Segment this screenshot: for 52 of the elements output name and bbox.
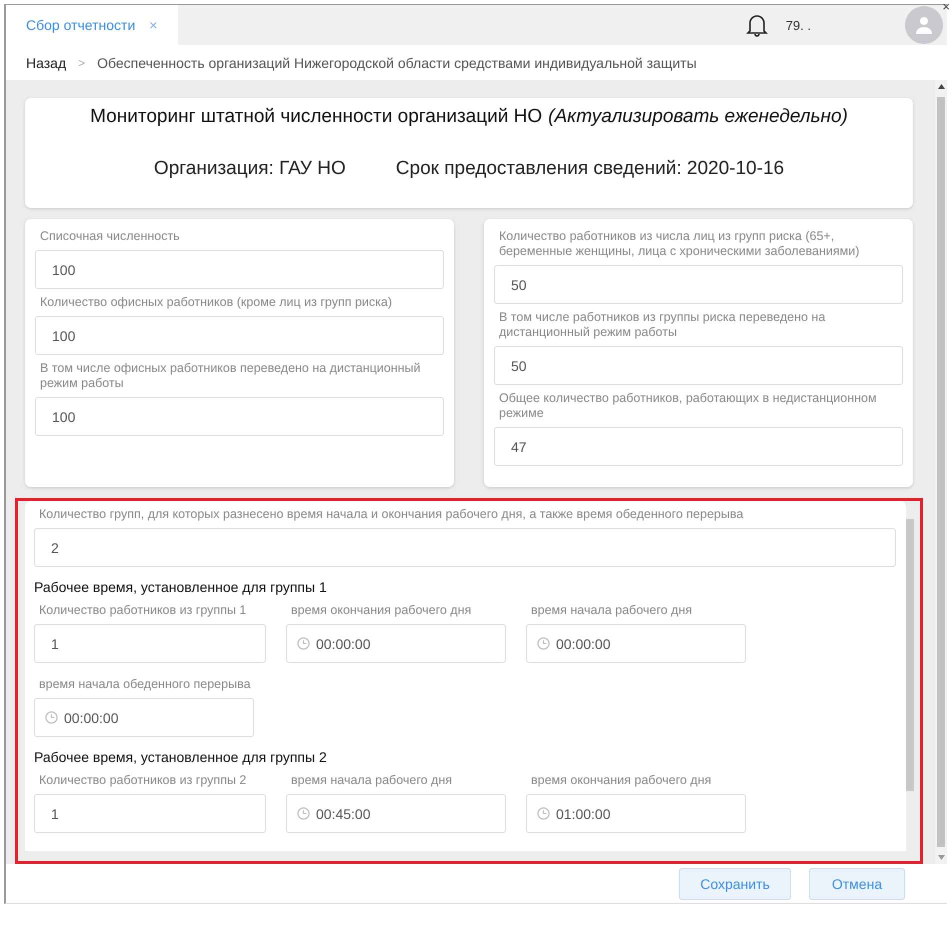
- user-name: 79. .: [786, 18, 811, 33]
- field-label: время начала рабочего дня: [290, 773, 454, 788]
- breadcrumb-separator: >: [78, 56, 86, 70]
- field-label: Количество групп, для которых разнесено время начала и окончания рабочего дня, а также время обеденного перерыва: [38, 507, 744, 522]
- time-field[interactable]: 00:00:00: [526, 624, 746, 664]
- clock-icon: [537, 807, 550, 820]
- close-button[interactable]: ×: [942, 0, 950, 14]
- field-label: время окончания рабочего дня: [290, 603, 472, 618]
- input-field[interactable]: 100: [35, 316, 444, 356]
- field-label: Количество работников из числа лиц из групп риска (65+, беременные женщины, лица с хроническими заболеваниями): [498, 229, 860, 260]
- title-note: (Актуализировать еженедельно): [548, 106, 848, 128]
- deadline-text: Срок предоставления сведений: 2020-10-16: [396, 158, 784, 180]
- avatar[interactable]: [905, 6, 943, 44]
- time-field[interactable]: 01:00:00: [526, 794, 746, 834]
- clock-icon: [537, 637, 550, 650]
- field-label: Количество офисных работников (кроме лиц из групп риска): [39, 295, 394, 310]
- group-title: Рабочее время, установленное для группы 1: [34, 579, 328, 596]
- group-title: Рабочее время, установленное для группы 2: [34, 749, 328, 766]
- bell-icon[interactable]: [746, 13, 768, 38]
- scrollbar[interactable]: [935, 80, 947, 864]
- field-label: время окончания рабочего дня: [530, 773, 712, 788]
- clock-icon: [45, 711, 58, 724]
- field-label: время начала обеденного перерыва: [38, 677, 252, 692]
- field-label: Количество работников из группы 2: [38, 773, 248, 788]
- breadcrumb-current: Обеспеченность организаций Нижегородской области средствами индивидуальной защиты: [97, 54, 697, 71]
- input-field[interactable]: 50: [494, 346, 903, 386]
- input-field[interactable]: 100: [35, 397, 444, 436]
- input-field[interactable]: 1: [34, 794, 266, 834]
- field-label: Количество работников из группы 1: [38, 603, 248, 618]
- form-title: Мониторинг штатной численности организаций НО: [90, 106, 542, 128]
- field-label: В том числе офисных работников переведено на дистанционный режим работы: [39, 361, 422, 392]
- time-field[interactable]: 00:00:00: [34, 698, 254, 738]
- time-field[interactable]: 00:00:00: [286, 624, 506, 664]
- time-field[interactable]: 00:45:00: [286, 794, 506, 834]
- person-icon: [915, 16, 933, 34]
- field-label: Общее количество работников, работающих в недистанционном режиме: [498, 391, 878, 422]
- clock-icon: [297, 637, 310, 650]
- input-field[interactable]: 100: [35, 250, 444, 290]
- input-field[interactable]: 50: [494, 265, 903, 304]
- input-field[interactable]: 1: [34, 624, 266, 664]
- organization-text: Организация: ГАУ НО: [154, 158, 346, 180]
- scroll-up-icon[interactable]: [938, 84, 944, 90]
- field-label: время начала рабочего дня: [530, 603, 694, 618]
- clock-icon: [297, 807, 310, 820]
- input-field[interactable]: 2: [34, 528, 896, 568]
- tab-label: Сбор отчетности: [26, 17, 136, 34]
- input-field[interactable]: 47: [494, 427, 903, 466]
- field-label: В том числе работников из группы риска переведено на дистанционный режим работы: [498, 310, 826, 340]
- field-label: Списочная численность: [39, 229, 181, 244]
- scroll-down-icon[interactable]: [938, 855, 944, 860]
- scrollbar[interactable]: [906, 519, 914, 792]
- back-link[interactable]: Назад: [26, 54, 66, 71]
